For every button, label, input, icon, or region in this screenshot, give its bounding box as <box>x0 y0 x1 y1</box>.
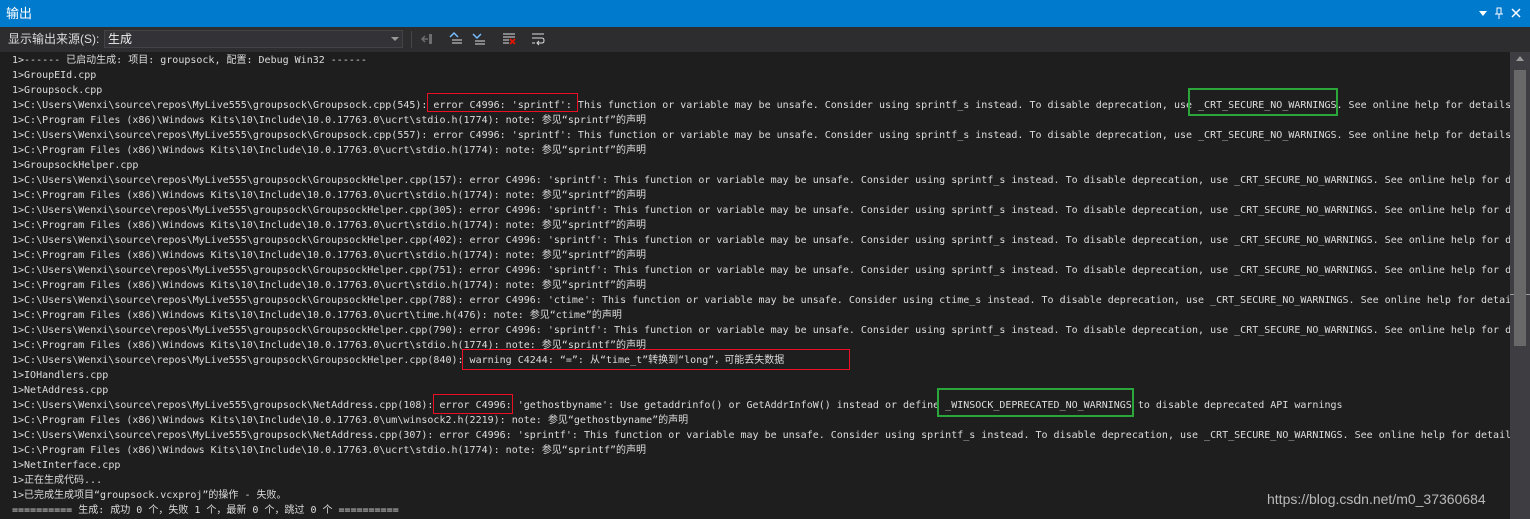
highlight-box <box>937 388 1134 417</box>
output-line: 1>C:\Users\Wenxi\source\repos\MyLive555\… <box>12 130 1510 141</box>
output-line: 1>C:\Users\Wenxi\source\repos\MyLive555\… <box>12 400 1343 411</box>
chevron-down-icon <box>391 37 399 41</box>
output-line: 1>C:\Program Files (x86)\Windows Kits\10… <box>12 145 646 156</box>
word-wrap-icon[interactable] <box>530 31 546 47</box>
output-toolbar: 显示输出来源(S): 生成 <box>0 27 1530 52</box>
output-line: 1>C:\Users\Wenxi\source\repos\MyLive555\… <box>12 235 1510 246</box>
output-line: 1>GroupEId.cpp <box>12 70 97 81</box>
window-title: 输出 <box>6 6 33 21</box>
output-line: 1>C:\Program Files (x86)\Windows Kits\10… <box>12 115 646 126</box>
output-line: 1>C:\Users\Wenxi\source\repos\MyLive555\… <box>12 175 1510 186</box>
output-line: 1>GroupsockHelper.cpp <box>12 160 139 171</box>
output-line: 1>C:\Program Files (x86)\Windows Kits\10… <box>12 190 646 201</box>
output-line: 1>C:\Program Files (x86)\Windows Kits\10… <box>12 445 646 456</box>
scroll-up-icon[interactable] <box>1516 56 1524 61</box>
output-line: 1>Groupsock.cpp <box>12 85 103 96</box>
next-message-icon[interactable] <box>471 31 487 47</box>
highlight-box <box>462 349 850 370</box>
output-window-titlebar: 输出 <box>0 0 1530 27</box>
highlight-box <box>1188 88 1338 116</box>
output-line: 1>C:\Program Files (x86)\Windows Kits\10… <box>12 250 646 261</box>
output-line: 1>C:\Program Files (x86)\Windows Kits\10… <box>12 220 646 231</box>
output-line: 1>C:\Users\Wenxi\source\repos\MyLive555\… <box>12 205 1510 216</box>
watermark-text: https://blog.csdn.net/m0_37360684 <box>1267 491 1486 507</box>
output-line: ========== 生成: 成功 0 个，失败 1 个，最新 0 个，跳过 0… <box>12 505 399 516</box>
output-line: 1>C:\Program Files (x86)\Windows Kits\10… <box>12 280 646 291</box>
output-source-label: 显示输出来源(S): <box>8 32 100 46</box>
output-line: 1>C:\Program Files (x86)\Windows Kits\10… <box>12 415 689 426</box>
find-message-icon[interactable] <box>419 31 435 47</box>
output-line: 1>C:\Users\Wenxi\source\repos\MyLive555\… <box>12 295 1510 306</box>
output-source-value: 生成 <box>108 32 133 46</box>
prev-message-icon[interactable] <box>448 31 464 47</box>
output-source-select[interactable]: 生成 <box>104 30 403 48</box>
output-line: 1>C:\Program Files (x86)\Windows Kits\10… <box>12 310 622 321</box>
close-icon[interactable] <box>1508 5 1524 21</box>
output-line: 1>C:\Users\Wenxi\source\repos\MyLive555\… <box>12 430 1510 441</box>
scrollbar-thumb[interactable] <box>1514 70 1526 346</box>
output-line: 1>NetInterface.cpp <box>12 460 121 471</box>
output-line: 1>IOHandlers.cpp <box>12 370 109 381</box>
output-line: 1>C:\Users\Wenxi\source\repos\MyLive555\… <box>12 325 1510 336</box>
vertical-scrollbar[interactable] <box>1510 52 1530 519</box>
output-line: 1>------ 已启动生成: 项目: groupsock, 配置: Debug… <box>12 55 367 66</box>
output-text-area[interactable]: 1>------ 已启动生成: 项目: groupsock, 配置: Debug… <box>0 52 1510 519</box>
highlight-box <box>427 93 578 112</box>
pin-icon[interactable] <box>1491 5 1507 21</box>
highlight-box <box>433 394 513 414</box>
output-line: 1>C:\Users\Wenxi\source\repos\MyLive555\… <box>12 265 1510 276</box>
output-line: 1>正在生成代码... <box>12 475 103 486</box>
dropdown-icon[interactable] <box>1475 5 1491 21</box>
clear-all-icon[interactable] <box>501 31 517 47</box>
output-line: 1>NetAddress.cpp <box>12 385 109 396</box>
output-line: 1>已完成生成项目“groupsock.vcxproj”的操作 - 失败。 <box>12 490 287 501</box>
toolbar-divider <box>411 31 412 48</box>
